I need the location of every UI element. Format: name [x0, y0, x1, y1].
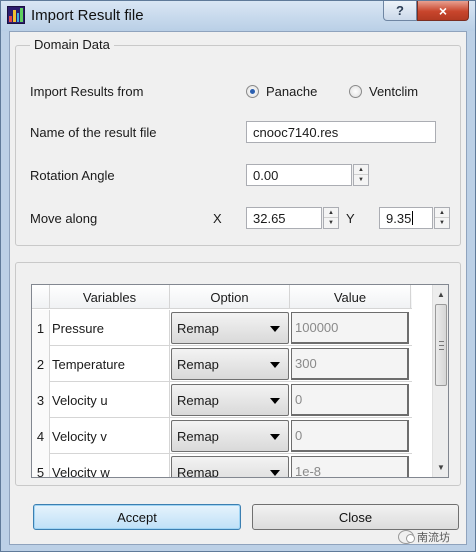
- option-dropdown[interactable]: Remap: [171, 384, 289, 416]
- row-number: 3: [32, 382, 50, 418]
- header-option[interactable]: Option: [170, 285, 290, 309]
- accept-button[interactable]: Accept: [33, 504, 241, 530]
- variable-name: Velocity u: [50, 382, 170, 418]
- y-input[interactable]: 9.35: [379, 207, 433, 229]
- table-row: 5 Velocity w Remap 1e-8: [32, 454, 412, 478]
- option-value: Remap: [177, 392, 219, 408]
- scroll-down-icon[interactable]: ▼: [433, 459, 448, 475]
- spin-down-icon[interactable]: ▼: [354, 175, 368, 185]
- window-title: Import Result file: [31, 7, 144, 24]
- y-value: 9.35: [386, 211, 412, 226]
- header-value[interactable]: Value: [290, 285, 411, 309]
- dropdown-arrow-icon[interactable]: [270, 398, 280, 404]
- panache-label[interactable]: Panache: [266, 84, 317, 99]
- option-dropdown[interactable]: Remap: [171, 348, 289, 380]
- import-result-dialog: Import Result file ? × Domain Data Impor…: [0, 0, 476, 552]
- dropdown-arrow-icon[interactable]: [270, 470, 280, 476]
- dropdown-arrow-icon[interactable]: [270, 326, 280, 332]
- variable-name: Velocity v: [50, 418, 170, 454]
- app-icon: [7, 6, 25, 24]
- grip-icon: [439, 341, 444, 350]
- header-rownum: [32, 285, 50, 309]
- y-label: Y: [346, 211, 355, 226]
- panache-radio[interactable]: [246, 85, 259, 98]
- option-value: Remap: [177, 320, 219, 336]
- title-bar[interactable]: Import Result file ? ×: [1, 1, 475, 31]
- value-field: 0: [291, 384, 409, 416]
- move-along-label: Move along: [30, 211, 98, 226]
- spin-up-icon[interactable]: ▲: [354, 165, 368, 175]
- dropdown-arrow-icon[interactable]: [270, 362, 280, 368]
- x-label: X: [213, 211, 222, 226]
- value-field: 300: [291, 348, 409, 380]
- rotation-input[interactable]: 0.00: [246, 164, 352, 186]
- ventclim-label[interactable]: Ventclim: [369, 84, 418, 99]
- option-dropdown[interactable]: Remap: [171, 312, 289, 344]
- import-from-label: Import Results from: [30, 84, 144, 99]
- value-field: 100000: [291, 312, 409, 344]
- variable-name: Temperature: [50, 346, 170, 382]
- row-number: 4: [32, 418, 50, 454]
- table-header: Variables Option Value: [32, 285, 412, 309]
- value-field: 0: [291, 420, 409, 452]
- wechat-logo-icon: [398, 530, 415, 544]
- spin-down-icon[interactable]: ▼: [324, 218, 338, 228]
- scroll-up-icon[interactable]: ▲: [433, 286, 448, 302]
- filename-label: Name of the result file: [30, 125, 157, 140]
- option-value: Remap: [177, 428, 219, 444]
- text-caret: [412, 211, 414, 225]
- group-title: Domain Data: [30, 37, 114, 52]
- dropdown-arrow-icon[interactable]: [270, 434, 280, 440]
- option-value: Remap: [177, 356, 219, 372]
- x-spinner[interactable]: ▲ ▼: [323, 207, 339, 229]
- ventclim-radio[interactable]: [349, 85, 362, 98]
- variable-name: Pressure: [50, 310, 170, 346]
- option-dropdown[interactable]: Remap: [171, 456, 289, 478]
- watermark: 南流坊: [398, 526, 476, 548]
- variable-name: Velocity w: [50, 454, 170, 477]
- option-value: Remap: [177, 464, 219, 478]
- rotation-spinner[interactable]: ▲ ▼: [353, 164, 369, 186]
- y-spinner[interactable]: ▲ ▼: [434, 207, 450, 229]
- spin-down-icon[interactable]: ▼: [435, 218, 449, 228]
- row-number: 5: [32, 454, 50, 477]
- row-number: 1: [32, 310, 50, 346]
- table-row: 1 Pressure Remap 100000: [32, 310, 412, 346]
- table-scrollbar[interactable]: ▲ ▼: [432, 285, 448, 477]
- watermark-text: 南流坊: [417, 532, 450, 544]
- table-row: 3 Velocity u Remap 0: [32, 382, 412, 418]
- table-row: 4 Velocity v Remap 0: [32, 418, 412, 454]
- variables-table: Variables Option Value 1 Pressure Remap …: [31, 284, 449, 478]
- header-variables[interactable]: Variables: [50, 285, 170, 309]
- row-number: 2: [32, 346, 50, 382]
- option-dropdown[interactable]: Remap: [171, 420, 289, 452]
- filename-input[interactable]: cnooc7140.res: [246, 121, 436, 143]
- window-close-button[interactable]: ×: [417, 1, 469, 21]
- spin-up-icon[interactable]: ▲: [435, 208, 449, 218]
- scroll-thumb[interactable]: [435, 304, 447, 386]
- table-row: 2 Temperature Remap 300: [32, 346, 412, 382]
- spin-up-icon[interactable]: ▲: [324, 208, 338, 218]
- x-input[interactable]: 32.65: [246, 207, 322, 229]
- value-field: 1e-8: [291, 456, 409, 477]
- help-button[interactable]: ?: [383, 1, 417, 21]
- rotation-label: Rotation Angle: [30, 168, 115, 183]
